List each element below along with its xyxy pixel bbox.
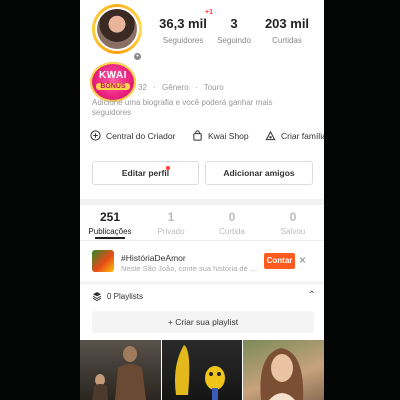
- profile-screen: • 36,3 mil Seguidores +1 3 Seguindo 203 …: [80, 0, 324, 400]
- challenge-thumbnail: [92, 250, 114, 272]
- creator-center-label: Central do Criador: [106, 130, 176, 141]
- creator-shortcuts: Central do Criador Kwai Shop Criar famíl…: [90, 130, 324, 144]
- bio-placeholder[interactable]: Adicione uma biografia e você poderá gan…: [92, 98, 312, 118]
- stat-likes[interactable]: 203 mil Curtidas: [260, 16, 314, 45]
- kwai-bonus-line2: BÔNUS: [96, 83, 130, 90]
- create-family-link[interactable]: Criar família: [265, 130, 324, 141]
- liked-label: Curtida: [219, 227, 245, 236]
- tell-story-button[interactable]: Contar: [264, 253, 295, 269]
- tab-publications[interactable]: 251 Publicações: [80, 210, 140, 236]
- gender-label[interactable]: Gênero: [162, 83, 189, 92]
- creator-center-link[interactable]: Central do Criador: [90, 130, 175, 141]
- create-family-label: Criar família: [281, 130, 324, 141]
- close-icon[interactable]: ×: [299, 253, 306, 267]
- create-playlist-button[interactable]: + Criar sua playlist: [92, 311, 314, 333]
- publications-label: Publicações: [88, 227, 132, 236]
- playlists-header[interactable]: 0 Playlists ⌃: [92, 290, 316, 303]
- active-tab-indicator: [95, 237, 125, 239]
- zodiac-label[interactable]: Touro: [204, 83, 224, 92]
- following-label: Seguindo: [217, 36, 251, 45]
- challenge-title: #HistóriaDeAmor: [121, 253, 186, 263]
- avatar[interactable]: [92, 4, 142, 54]
- private-count: 1: [167, 210, 175, 224]
- kwai-shop-link[interactable]: Kwai Shop: [192, 130, 249, 141]
- woman-portrait-image: [260, 348, 304, 400]
- add-friends-label: Adicionar amigos: [223, 168, 295, 178]
- private-label: Privado: [157, 227, 185, 236]
- separator: ·: [153, 83, 156, 92]
- warrior-image: [92, 346, 146, 400]
- add-friends-button[interactable]: Adicionar amigos: [205, 161, 313, 185]
- family-icon: [265, 130, 276, 141]
- shopping-bag-icon: [193, 130, 202, 141]
- liked-count: 0: [228, 210, 236, 224]
- challenge-banner[interactable]: #HistóriaDeAmor Neste São João, conte su…: [80, 245, 324, 279]
- right-background: [324, 0, 400, 400]
- followers-label: Seguidores: [162, 36, 204, 45]
- section-divider: [80, 281, 324, 285]
- creator-center-icon: [90, 130, 101, 141]
- likes-count: 203 mil: [264, 16, 310, 31]
- separator: ·: [194, 83, 198, 92]
- tab-private[interactable]: 1 Privado: [141, 210, 201, 236]
- video-thumbnail[interactable]: [243, 340, 324, 400]
- playlists-count: 0 Playlists: [107, 292, 144, 301]
- challenge-subtitle: Neste São João, conte sua história de am…: [121, 264, 261, 273]
- avatar-image: [95, 7, 139, 51]
- publications-count: 251: [99, 210, 121, 224]
- saved-label: Salvou: [280, 227, 306, 236]
- edit-profile-label: Editar perfil: [121, 168, 170, 178]
- avatar-status-icon: •: [132, 51, 143, 62]
- followers-count: 36,3 mil: [159, 16, 207, 31]
- kwai-shop-label: Kwai Shop: [208, 130, 249, 141]
- video-thumbnail[interactable]: [162, 340, 242, 400]
- tab-saved[interactable]: 0 Salvou: [263, 210, 323, 236]
- create-playlist-label: Criar sua playlist: [175, 317, 239, 327]
- section-divider: [80, 199, 324, 205]
- kwai-bonus-line1: KWAI: [98, 70, 128, 81]
- saved-count: 0: [289, 210, 297, 224]
- video-thumbnail[interactable]: [80, 340, 161, 400]
- layers-icon: [92, 292, 102, 301]
- new-followers-badge: +1: [205, 9, 213, 16]
- profile-meta: 32 · Gênero · Touro: [138, 83, 224, 92]
- following-count: 3: [230, 16, 238, 31]
- left-background: [0, 0, 80, 400]
- kwai-bonus-badge[interactable]: KWAI BÔNUS: [90, 62, 136, 102]
- tabs-border: [80, 240, 324, 241]
- tab-liked[interactable]: 0 Curtida: [202, 210, 262, 236]
- profile-id: 32: [138, 83, 147, 92]
- video-grid: [80, 340, 324, 400]
- edit-profile-button[interactable]: Editar perfil: [92, 161, 199, 185]
- plus-icon: +: [167, 317, 173, 327]
- banana-figures-image: [175, 345, 225, 400]
- chevron-up-icon[interactable]: ⌃: [308, 290, 316, 301]
- notification-dot: [166, 166, 170, 170]
- likes-label: Curtidas: [272, 36, 302, 45]
- stat-following[interactable]: 3 Seguindo: [216, 16, 252, 45]
- stat-followers[interactable]: 36,3 mil Seguidores: [154, 16, 212, 45]
